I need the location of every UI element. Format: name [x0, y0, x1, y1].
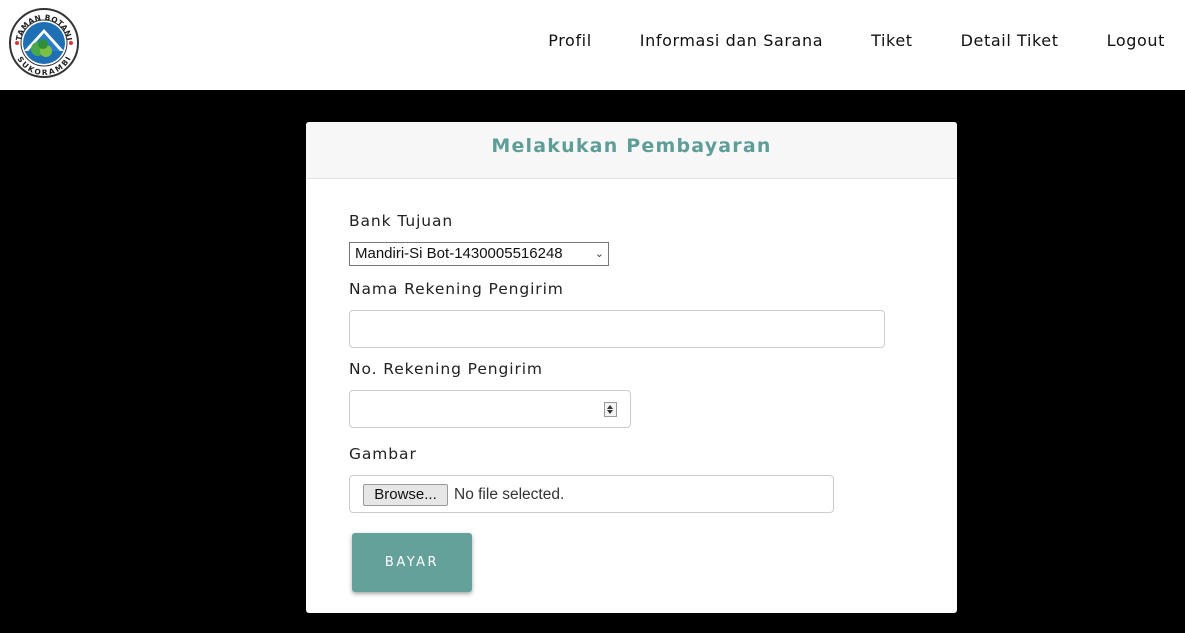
nav-link-profil[interactable]: Profil [548, 31, 592, 50]
bank-select[interactable]: Mandiri-Si Bot-1430005516248 ⌄ [349, 242, 609, 266]
chevron-down-icon: ⌄ [594, 248, 604, 260]
number-spinner-icon[interactable] [604, 402, 617, 417]
taman-botani-logo[interactable]: TAMAN BOTANI SUKORAMBI [8, 7, 80, 79]
payment-card: Melakukan Pembayaran Bank Tujuan Mandiri… [306, 122, 957, 613]
nav-link-informasi[interactable]: Informasi dan Sarana [640, 31, 823, 50]
bank-label: Bank Tujuan [349, 212, 454, 230]
page-title: Melakukan Pembayaran [491, 135, 772, 157]
navbar: TAMAN BOTANI SUKORAMBI Profil Informasi … [0, 0, 1185, 90]
image-label: Gambar [349, 445, 417, 463]
card-header: Melakukan Pembayaran [306, 122, 957, 179]
account-label: No. Rekening Pengirim [349, 360, 543, 378]
file-status: No file selected. [454, 486, 565, 503]
image-file-input[interactable]: Browse... No file selected. [349, 475, 834, 513]
nav-link-logout[interactable]: Logout [1107, 31, 1165, 50]
browse-button[interactable]: Browse... [363, 484, 448, 506]
pay-button[interactable]: BAYAR [352, 533, 472, 592]
name-label: Nama Rekening Pengirim [349, 280, 564, 298]
sender-name-input[interactable] [349, 310, 885, 348]
nav-link-detail-tiket[interactable]: Detail Tiket [961, 31, 1059, 50]
nav-link-tiket[interactable]: Tiket [871, 31, 913, 50]
main-nav: Profil Informasi dan Sarana Tiket Detail… [548, 31, 1165, 50]
sender-account-input[interactable] [349, 390, 631, 428]
bank-selected-value: Mandiri-Si Bot-1430005516248 [355, 245, 563, 262]
